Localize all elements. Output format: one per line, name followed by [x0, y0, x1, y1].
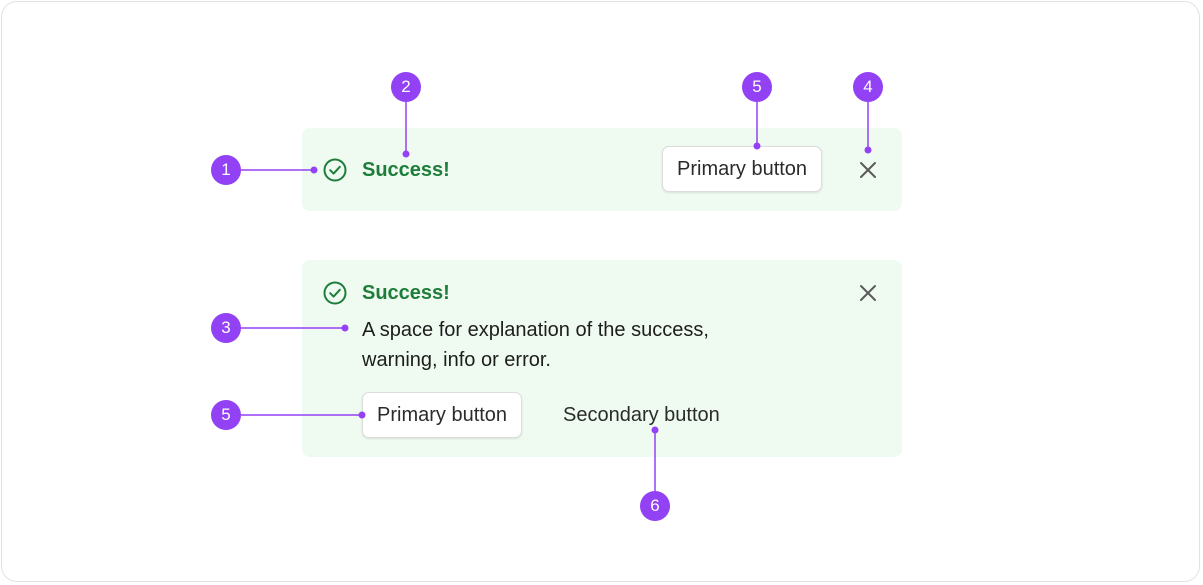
close-icon[interactable] [856, 281, 880, 305]
primary-button[interactable]: Primary button [362, 392, 523, 438]
callout-badge-2: 2 [391, 72, 421, 102]
callout-badge-3: 3 [211, 313, 241, 343]
primary-button[interactable]: Primary button [662, 146, 823, 192]
secondary-button[interactable]: Secondary button [563, 392, 720, 438]
alert-title: Success! [362, 159, 450, 181]
callout-badge-5: 5 [211, 400, 241, 430]
check-circle-icon [323, 281, 347, 305]
check-circle-icon [323, 158, 347, 182]
expanded-alert: Success! A space for explanation of the … [302, 260, 902, 457]
callout-badge-5: 5 [742, 72, 772, 102]
callout-badge-6: 6 [640, 491, 670, 521]
callout-badge-1: 1 [211, 155, 241, 185]
compact-alert: Success! Primary button [302, 128, 902, 211]
alert-title: Success! [362, 282, 450, 304]
callout-badge-4: 4 [853, 72, 883, 102]
close-icon[interactable] [856, 158, 880, 182]
alert-body: A space for explanation of the success, … [362, 319, 709, 371]
